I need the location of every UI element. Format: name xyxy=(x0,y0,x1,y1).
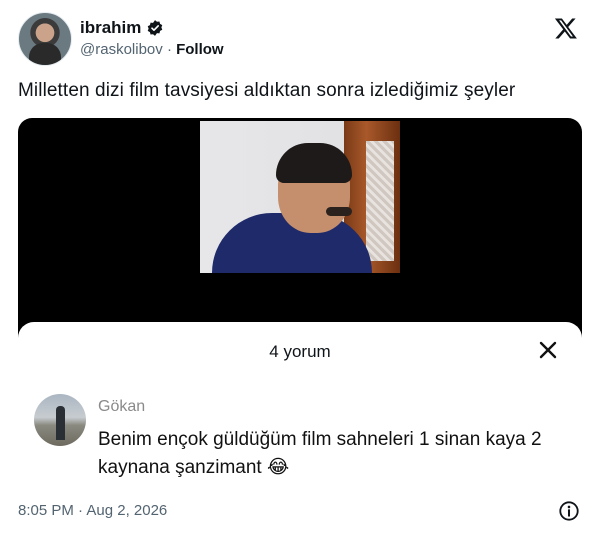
comment-text: Benim ençok güldüğüm film sahneleri 1 si… xyxy=(98,429,542,478)
verified-badge-icon xyxy=(148,20,163,36)
tweet-media[interactable] xyxy=(18,118,582,348)
author-avatar[interactable] xyxy=(18,12,72,66)
handle-separator: · xyxy=(166,41,172,58)
author-display-name[interactable]: ibrahim xyxy=(80,18,141,38)
comments-count-title: 4 yorum xyxy=(269,342,331,361)
x-logo-icon[interactable] xyxy=(554,16,578,40)
follow-button[interactable]: Follow xyxy=(176,41,224,58)
author-name-row: ibrahim xyxy=(80,18,164,38)
person-hair-graphic xyxy=(276,143,352,183)
comment-author-name[interactable]: Gökan xyxy=(98,398,145,416)
tweet-text: Milletten dizi film tavsiyesi aldıktan s… xyxy=(18,80,516,101)
person-mustache-graphic xyxy=(326,207,352,216)
comments-sheet: 4 yorum Gökan Benim ençok güldüğüm film … xyxy=(18,322,582,482)
info-icon[interactable] xyxy=(558,500,580,522)
video-frame[interactable] xyxy=(200,121,400,273)
tweet-timestamp[interactable]: 8:05 PM · Aug 2, 2026 xyxy=(18,502,167,519)
comment-author-avatar[interactable] xyxy=(34,394,86,446)
author-handle-row: @raskolibov · Follow xyxy=(80,41,224,58)
tweet-header: ibrahim @raskolibov · Follow xyxy=(18,12,582,66)
close-icon[interactable] xyxy=(536,338,560,362)
author-handle[interactable]: @raskolibov xyxy=(80,41,163,58)
